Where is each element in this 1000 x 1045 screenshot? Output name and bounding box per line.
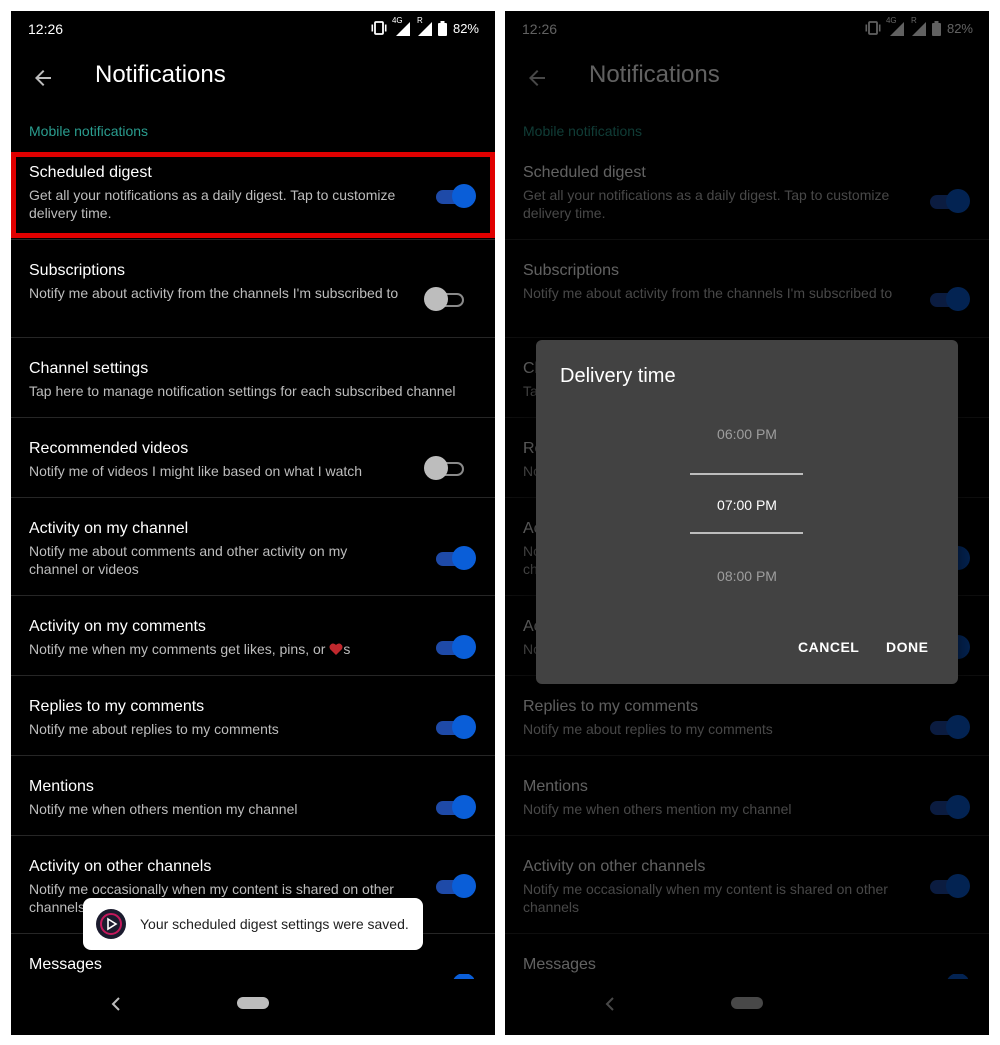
setting-recommended-videos[interactable]: Recommended videos Notify me of videos I… <box>11 418 495 498</box>
back-arrow-icon[interactable] <box>31 66 55 90</box>
dialog-title: Delivery time <box>560 365 676 387</box>
subscriptions-toggle[interactable] <box>424 287 466 311</box>
status-bar: 12:26 4G R 82% <box>11 11 495 47</box>
activity-on-my-comments-toggle[interactable] <box>436 635 476 659</box>
setting-mentions[interactable]: Mentions Notify me when others mention m… <box>11 756 495 836</box>
battery-icon <box>437 20 447 36</box>
done-button[interactable]: DONE <box>886 639 928 655</box>
picker-divider-bottom <box>690 532 803 534</box>
setting-subscriptions[interactable]: Subscriptions Notify me about activity f… <box>11 240 495 338</box>
mentions-toggle[interactable] <box>436 795 476 819</box>
cancel-button[interactable]: CANCEL <box>798 639 859 655</box>
time-option-selected[interactable]: 07:00 PM <box>536 497 958 513</box>
heart-icon <box>329 643 343 655</box>
signal-4g-icon: 4G <box>392 16 412 36</box>
toast-snackbar: Your scheduled digest settings were save… <box>83 898 423 950</box>
activity-on-other-channels-toggle[interactable] <box>436 874 476 898</box>
signal-roaming-icon: R <box>416 16 434 36</box>
setting-channel-settings[interactable]: Channel settings Tap here to manage noti… <box>11 338 495 418</box>
nav-home-pill[interactable] <box>237 997 269 1009</box>
setting-scheduled-digest[interactable]: Scheduled digest Get all your notificati… <box>11 152 495 240</box>
setting-activity-on-my-channel[interactable]: Activity on my channel Notify me about c… <box>11 498 495 596</box>
phone-screen-right: 12:26 4G R 82% Notifications Mobile noti… <box>505 11 989 1035</box>
time-option[interactable]: 08:00 PM <box>536 568 958 584</box>
toast-message: Your scheduled digest settings were save… <box>140 916 409 932</box>
replies-to-my-comments-toggle[interactable] <box>436 715 476 739</box>
phone-screen-left: 12:26 4G R 82% Notifications Mobile noti… <box>11 11 495 1035</box>
activity-on-my-channel-toggle[interactable] <box>436 546 476 570</box>
setting-activity-on-my-comments[interactable]: Activity on my comments Notify me when m… <box>11 596 495 676</box>
app-bar: Notifications <box>11 53 495 103</box>
nav-back-icon[interactable] <box>109 993 123 1015</box>
status-time: 12:26 <box>28 21 64 37</box>
time-option[interactable]: 06:00 PM <box>536 426 958 442</box>
picker-divider-top <box>690 473 803 475</box>
battery-percent: 82% <box>452 20 479 36</box>
page-title: Notifications <box>95 61 226 88</box>
youtube-logo-icon <box>96 909 126 939</box>
section-header-mobile-notifications: Mobile notifications <box>29 123 149 139</box>
delivery-time-dialog: Delivery time 06:00 PM 07:00 PM 08:00 PM… <box>536 340 958 684</box>
nav-bar <box>11 979 495 1035</box>
recommended-videos-toggle[interactable] <box>424 456 466 480</box>
setting-replies-to-my-comments[interactable]: Replies to my comments Notify me about r… <box>11 676 495 756</box>
vibrate-icon <box>371 21 387 35</box>
scheduled-digest-toggle[interactable] <box>436 184 476 208</box>
